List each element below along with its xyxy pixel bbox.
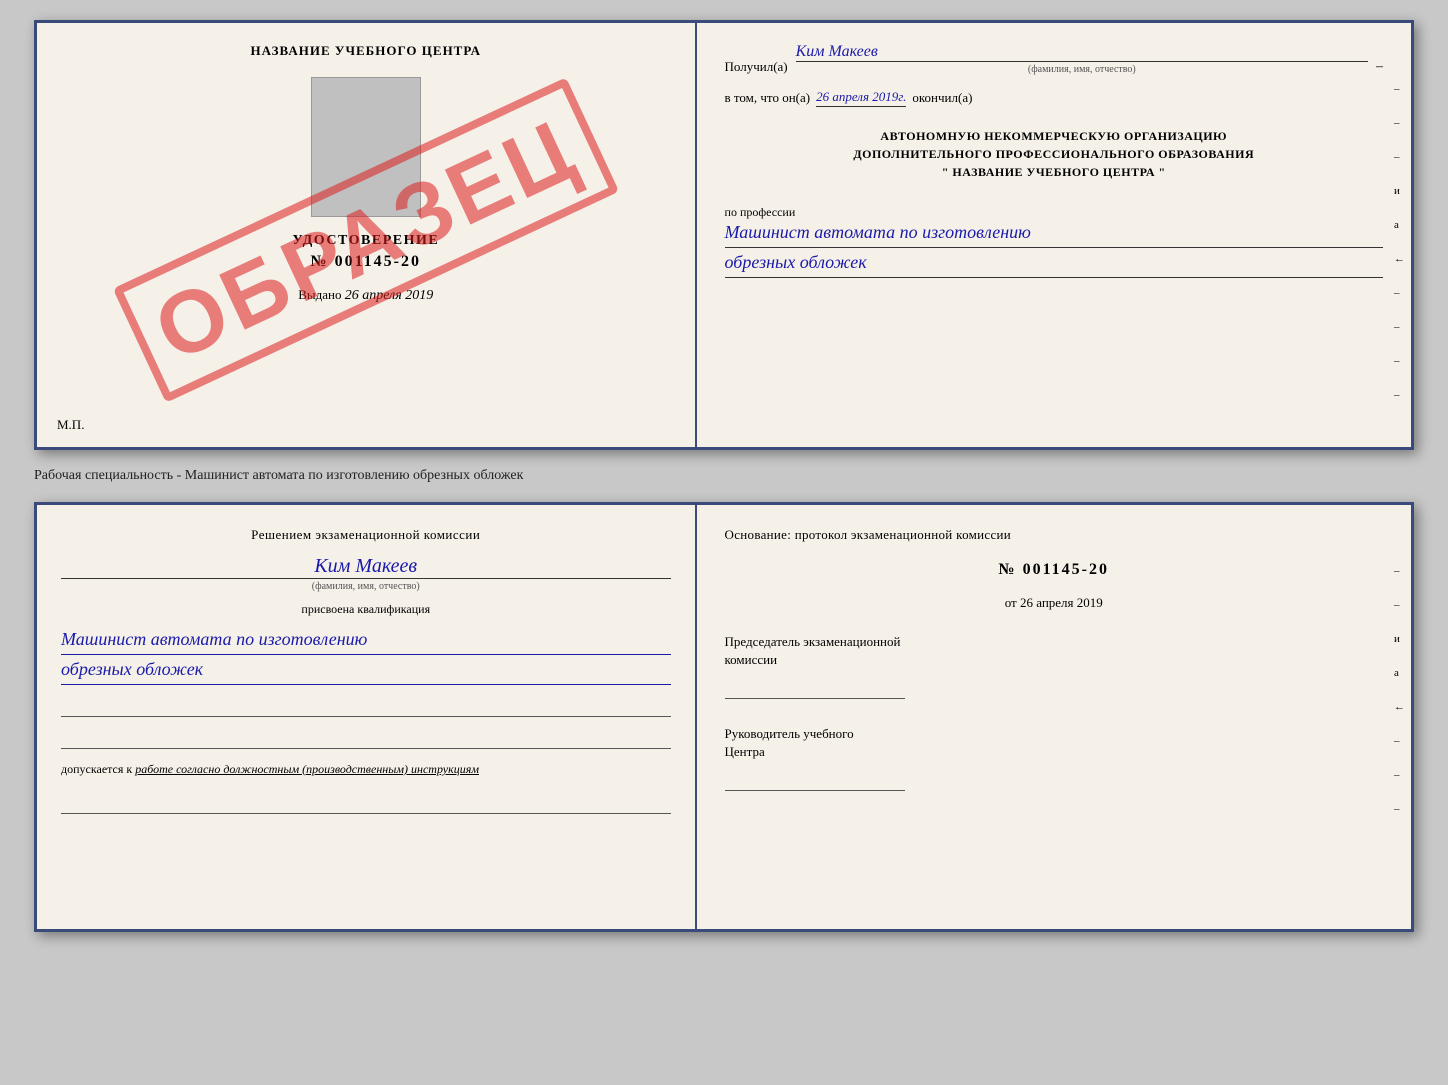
org-line2: ДОПОЛНИТЕЛЬНОГО ПРОФЕССИОНАЛЬНОГО ОБРАЗО…: [725, 145, 1383, 163]
side-dashes-right: – – и а ← – – –: [1394, 565, 1405, 815]
blank-line-3: [61, 794, 671, 814]
allowed-label: допускается к: [61, 762, 132, 776]
person-block: Ким Макеев (фамилия, имя, отчество): [61, 555, 671, 592]
protocol-date-label: от: [1005, 595, 1017, 610]
org-line1: АВТОНОМНУЮ НЕКОММЕРЧЕСКУЮ ОРГАНИЗАЦИЮ: [725, 127, 1383, 145]
issued-date: 26 апреля 2019: [345, 288, 433, 303]
director-signature-line: [725, 767, 905, 791]
prof-line1: Машинист автомата по изготовлению: [725, 220, 1383, 248]
dash-separator: –: [1376, 59, 1383, 75]
side-dashes: – – – и а ← – – – –: [1394, 83, 1405, 401]
person-sub-label: (фамилия, имя, отчество): [61, 578, 671, 592]
issued-row: Выдано 26 апреля 2019: [298, 287, 433, 304]
director-block: Руководитель учебного Центра: [725, 725, 1383, 791]
finished-label: окончил(а): [912, 90, 972, 106]
chairman-signature-line: [725, 675, 905, 699]
photo-placeholder: [311, 77, 421, 217]
recipient-row: Получил(а) Ким Макеев (фамилия, имя, отч…: [725, 43, 1383, 75]
bottom-doc-left: Решением экзаменационной комиссии Ким Ма…: [37, 505, 697, 929]
recipient-name: Ким Макеев: [796, 43, 1368, 62]
decision-text: Решением экзаменационной комиссии: [61, 525, 671, 545]
caption-text: Рабочая специальность - Машинист автомат…: [34, 468, 523, 483]
date-label: в том, что он(а): [725, 90, 811, 106]
chairman-label1: Председатель экзаменационной: [725, 633, 1383, 651]
qual-block: Машинист автомата по изготовлению обрезн…: [61, 627, 671, 685]
bottom-document-spread: Решением экзаменационной комиссии Ким Ма…: [34, 502, 1414, 932]
qual-line2: обрезных обложек: [61, 657, 671, 685]
org-block: АВТОНОМНУЮ НЕКОММЕРЧЕСКУЮ ОРГАНИЗАЦИЮ ДО…: [725, 127, 1383, 181]
protocol-number: № 001145-20: [725, 561, 1383, 579]
director-label1: Руководитель учебного: [725, 725, 1383, 743]
allowed-italic: работе согласно должностным (производств…: [135, 762, 479, 776]
blank-line-2: [61, 729, 671, 749]
director-label2: Центра: [725, 743, 1383, 761]
basis-text: Основание: протокол экзаменационной коми…: [725, 525, 1383, 545]
chairman-label2: комиссии: [725, 651, 1383, 669]
profession-block: по профессии Машинист автомата по изгото…: [725, 199, 1383, 278]
top-document-spread: НАЗВАНИЕ УЧЕБНОГО ЦЕНТРА УДОСТОВЕРЕНИЕ №…: [34, 20, 1414, 450]
top-doc-right: Получил(а) Ким Макеев (фамилия, имя, отч…: [697, 23, 1411, 447]
date-row: в том, что он(а) 26 апреля 2019г. окончи…: [725, 89, 1383, 107]
chairman-block: Председатель экзаменационной комиссии: [725, 633, 1383, 699]
protocol-date-value: 26 апреля 2019: [1020, 595, 1103, 610]
caption-row: Рабочая специальность - Машинист автомат…: [34, 466, 1414, 486]
blank-line-1: [61, 697, 671, 717]
top-doc-left: НАЗВАНИЕ УЧЕБНОГО ЦЕНТРА УДОСТОВЕРЕНИЕ №…: [37, 23, 697, 447]
handwritten-date: 26 апреля 2019г.: [816, 89, 906, 107]
issued-label: Выдано: [298, 287, 341, 302]
protocol-date: от 26 апреля 2019: [725, 595, 1383, 611]
mp-label: М.П.: [57, 417, 84, 433]
bottom-doc-right: Основание: протокол экзаменационной коми…: [697, 505, 1411, 929]
person-name: Ким Макеев: [61, 555, 671, 578]
cert-title: УДОСТОВЕРЕНИЕ: [292, 233, 439, 249]
recipient-sub-label: (фамилия, имя, отчество): [796, 64, 1368, 75]
top-left-title: НАЗВАНИЕ УЧЕБНОГО ЦЕНТРА: [250, 43, 481, 59]
prof-label: по профессии: [725, 205, 1383, 220]
recipient-label: Получил(а): [725, 59, 788, 75]
org-line3: " НАЗВАНИЕ УЧЕБНОГО ЦЕНТРА ": [725, 163, 1383, 181]
assigned-text: присвоена квалификация: [61, 602, 671, 617]
allowed-block: допускается к работе согласно должностны…: [61, 761, 671, 778]
prof-line2: обрезных обложек: [725, 250, 1383, 278]
cert-number: № 001145-20: [310, 253, 421, 271]
qual-line1: Машинист автомата по изготовлению: [61, 627, 671, 655]
